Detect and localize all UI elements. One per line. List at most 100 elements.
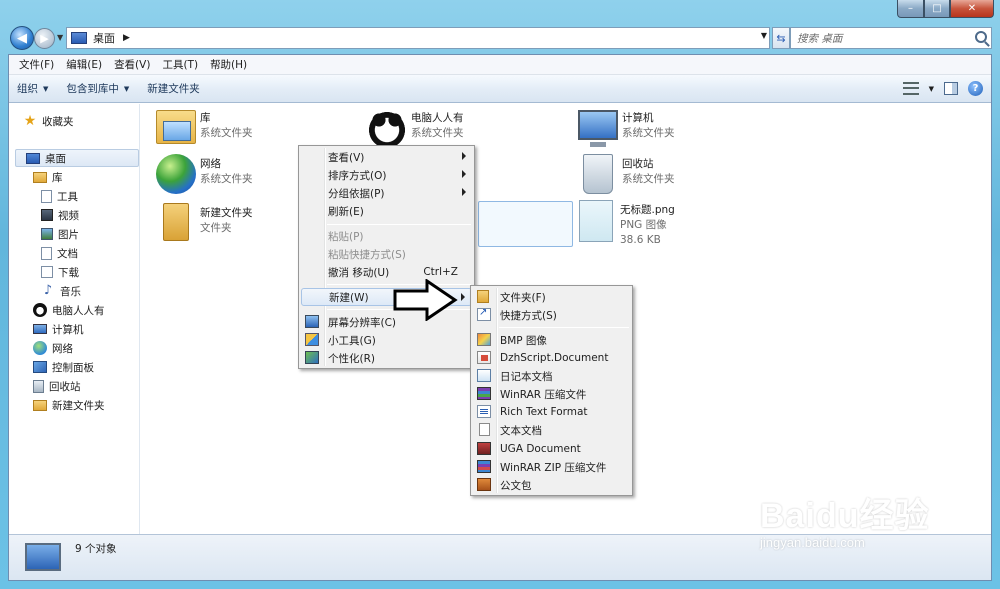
change-view-icon[interactable] <box>902 82 919 95</box>
desktop-large-icon <box>25 543 61 571</box>
address-dropdown-icon[interactable]: ▼ <box>761 31 767 40</box>
new-winrar-zip-item[interactable]: WinRAR ZIP 压缩文件 <box>473 458 630 476</box>
desktop-icon <box>71 32 87 44</box>
submenu-arrow-icon <box>462 170 466 178</box>
nav-label: 库 <box>52 171 63 184</box>
menu-help[interactable]: 帮助(H) <box>210 57 247 72</box>
watermark-url: jingyan.baidu.com <box>760 535 865 550</box>
nav-video[interactable]: 视频 <box>41 206 79 224</box>
journal-icon <box>477 369 491 382</box>
desktop-icon <box>26 152 40 164</box>
new-uga-item[interactable]: UGA Document <box>473 440 630 458</box>
nav-music[interactable]: ♪ 音乐 <box>41 282 81 300</box>
nav-recycle-bin[interactable]: 回收站 <box>33 377 81 395</box>
star-icon: ★ <box>23 113 37 129</box>
nav-label: 回收站 <box>49 380 81 393</box>
item-computer[interactable]: 计算机 系统文件夹 <box>578 108 675 147</box>
nav-favorites[interactable]: ★ 收藏夹 <box>23 112 74 130</box>
item-png-file[interactable]: 无标题.png PNG 图像 38.6 KB <box>576 200 675 248</box>
menu-label: 刷新(E) <box>328 205 364 218</box>
menu-label: WinRAR 压缩文件 <box>500 388 587 401</box>
view-options-caret-icon[interactable]: ▼ <box>929 85 934 93</box>
breadcrumb-chevron-icon[interactable]: ▶ <box>123 33 130 43</box>
nav-label: 电脑人人有 <box>52 304 105 317</box>
new-folder-label: 新建文件夹 <box>147 83 200 95</box>
menu-item-view[interactable]: 查看(V) <box>301 148 472 166</box>
organize-button[interactable]: 组织 ▼ <box>17 81 48 96</box>
back-button[interactable]: ◀ <box>10 26 34 50</box>
menu-item-personalize[interactable]: 个性化(R) <box>301 349 472 367</box>
address-bar[interactable]: 桌面 ▶ ▼ <box>66 27 770 49</box>
menu-separator <box>327 224 471 225</box>
recent-pages-dropdown[interactable]: ▼ <box>57 33 63 42</box>
search-icon[interactable] <box>975 31 987 43</box>
nav-user[interactable]: 电脑人人有 <box>33 301 105 319</box>
item-name: 回收站 <box>622 158 654 170</box>
nav-network[interactable]: 网络 <box>33 339 73 357</box>
nav-computer[interactable]: 计算机 <box>33 320 84 338</box>
nav-new-folder[interactable]: 新建文件夹 <box>33 396 105 414</box>
refresh-button[interactable]: ⇆ <box>772 27 790 49</box>
new-text-item[interactable]: 文本文档 <box>473 421 630 439</box>
menu-shortcut: Ctrl+Z <box>423 266 458 278</box>
preview-pane-icon[interactable] <box>944 82 958 95</box>
nav-library[interactable]: 库 <box>33 168 63 186</box>
menu-tools[interactable]: 工具(T) <box>162 57 198 72</box>
menu-item-sort[interactable]: 排序方式(O) <box>301 166 472 184</box>
new-dzhscript-item[interactable]: DzhScript.Document <box>473 349 630 367</box>
item-name: 网络 <box>200 158 221 170</box>
new-journal-item[interactable]: 日记本文档 <box>473 367 630 385</box>
network-globe-icon <box>156 154 196 194</box>
item-name: 新建文件夹 <box>200 207 253 219</box>
minimize-button[interactable]: – <box>897 0 924 18</box>
nav-label: 文档 <box>57 247 78 260</box>
new-bmp-item[interactable]: BMP 图像 <box>473 331 630 349</box>
help-icon[interactable]: ? <box>968 81 983 96</box>
item-type: 系统文件夹 <box>200 173 253 185</box>
menu-item-gadgets[interactable]: 小工具(G) <box>301 331 472 349</box>
maximize-button[interactable]: □ <box>924 0 950 18</box>
new-rtf-item[interactable]: Rich Text Format <box>473 403 630 421</box>
address-path[interactable]: 桌面 <box>93 30 115 46</box>
shortcut-icon <box>477 307 491 321</box>
new-shortcut-item[interactable]: 快捷方式(S) <box>473 306 630 324</box>
item-name: 无标题.png <box>620 204 675 216</box>
video-icon <box>41 209 53 221</box>
nav-label: 音乐 <box>60 285 81 298</box>
nav-pictures[interactable]: 图片 <box>41 225 79 243</box>
include-in-library-button[interactable]: 包含到库中 ▼ <box>66 81 129 96</box>
close-button[interactable]: ✕ <box>950 0 994 18</box>
search-input[interactable]: 搜索 桌面 <box>790 27 992 49</box>
item-network[interactable]: 网络 系统文件夹 <box>156 154 253 194</box>
nav-downloads[interactable]: 下载 <box>41 263 79 281</box>
refresh-icon: ⇆ <box>776 31 786 45</box>
menu-edit[interactable]: 编辑(E) <box>66 57 102 72</box>
menu-separator <box>499 327 629 328</box>
item-new-folder[interactable]: 新建文件夹 文件夹 <box>156 203 253 241</box>
computer-icon <box>33 324 47 334</box>
new-folder-button[interactable]: 新建文件夹 <box>147 81 200 96</box>
menu-item-refresh[interactable]: 刷新(E) <box>301 202 472 220</box>
nav-documents[interactable]: 文档 <box>41 244 78 262</box>
music-icon: ♪ <box>43 283 53 298</box>
new-winrar-item[interactable]: WinRAR 压缩文件 <box>473 385 630 403</box>
forward-button[interactable]: ▶ <box>34 28 55 49</box>
control-panel-icon <box>33 361 47 373</box>
folder-icon <box>33 399 47 411</box>
briefcase-icon <box>477 478 491 491</box>
user-folder-icon <box>33 303 47 317</box>
new-folder-item[interactable]: 文件夹(F) <box>473 288 630 306</box>
menu-item-group[interactable]: 分组依据(P) <box>301 184 472 202</box>
item-recycle-bin[interactable]: 回收站 系统文件夹 <box>578 154 675 194</box>
menu-file[interactable]: 文件(F) <box>19 57 54 72</box>
item-user[interactable]: 电脑人人有 系统文件夹 <box>367 108 464 148</box>
nav-desktop[interactable]: 桌面 <box>15 149 139 167</box>
nav-label: 收藏夹 <box>42 115 74 128</box>
new-briefcase-item[interactable]: 公文包 <box>473 476 630 494</box>
item-library[interactable]: 库系统文件夹 <box>156 108 253 144</box>
nav-tools[interactable]: 工具 <box>41 187 78 205</box>
nav-label: 计算机 <box>52 323 84 336</box>
nav-control-panel[interactable]: 控制面板 <box>33 358 94 376</box>
menu-view[interactable]: 查看(V) <box>114 57 150 72</box>
pictures-icon <box>41 228 53 240</box>
